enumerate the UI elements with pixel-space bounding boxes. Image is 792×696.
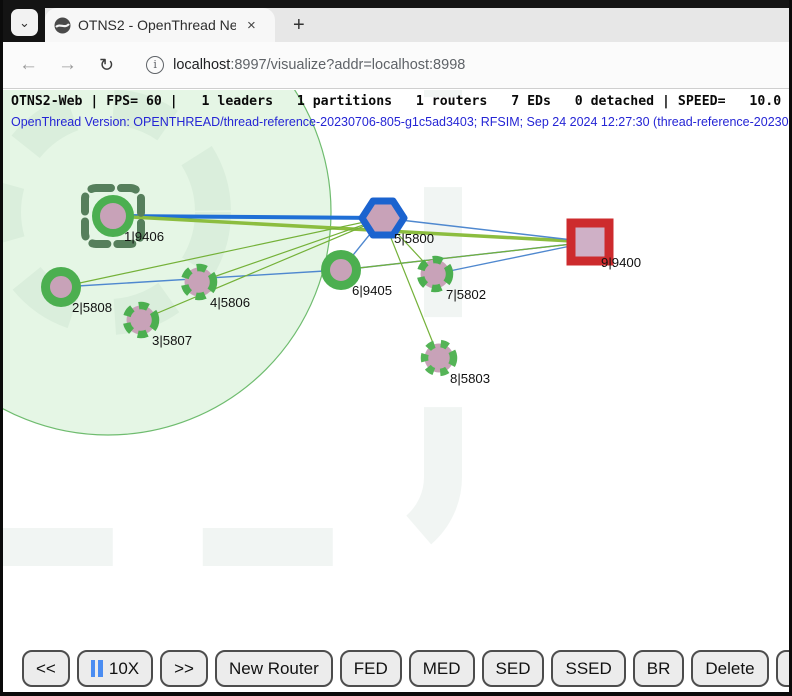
pause-icon [91, 660, 103, 677]
toolbar-button-label: New Router [229, 659, 319, 679]
toolbar-button-label: SED [496, 659, 531, 679]
toolbar-button-ssed[interactable]: SSED [551, 650, 625, 687]
toolbar-button--[interactable]: << [22, 650, 70, 687]
toolbar-button-radio-off[interactable]: Radio Off [776, 650, 789, 687]
node-6-9405-fed[interactable]: 6|9405 [326, 255, 393, 299]
url-path: :8997/visualize?addr=localhost:8998 [230, 57, 465, 73]
reload-icon[interactable]: ↻ [93, 55, 120, 76]
node-label: 6|9405 [352, 283, 392, 298]
globe-favicon [54, 17, 71, 34]
radio-range-circle [3, 90, 331, 435]
tab-title: OTNS2 - OpenThread Ne [78, 17, 236, 33]
node-label: 7|5802 [446, 287, 486, 302]
toolbar-button-label: 10X [109, 659, 139, 679]
toolbar-button-label: MED [423, 659, 461, 679]
url-bar: ← → ↻ i localhost:8997/visualize?addr=lo… [3, 42, 789, 89]
toolbar-button-label: BR [647, 659, 671, 679]
toolbar-button-label: >> [174, 659, 194, 679]
med-circle [421, 260, 450, 289]
toolbar-button--[interactable]: >> [160, 650, 208, 687]
toolbar-button-label: << [36, 659, 56, 679]
toolbar-button-delete[interactable]: Delete [691, 650, 768, 687]
forward-icon[interactable]: → [52, 54, 83, 76]
toolbar-button-br[interactable]: BR [633, 650, 685, 687]
site-info-icon[interactable]: i [146, 56, 164, 74]
node-label: 1|9406 [124, 229, 164, 244]
tab-close-icon[interactable]: × [243, 15, 260, 36]
node-5-5800-router[interactable]: 5|5800 [362, 201, 434, 246]
toolbar-button-med[interactable]: MED [409, 650, 475, 687]
window-top-strip [3, 0, 789, 8]
toolbar-button-fed[interactable]: FED [340, 650, 402, 687]
network-canvas[interactable]: 1|9406 2|5808 3|5807 4|5806 5|5800 6|9405 7|58… [3, 90, 789, 645]
address-field[interactable]: localhost:8997/visualize?addr=localhost:… [173, 57, 465, 73]
toolbar-button-label: SSED [565, 659, 611, 679]
med-circle [127, 306, 156, 335]
node-label: 2|5808 [72, 300, 112, 315]
node-label: 8|5803 [450, 371, 490, 386]
node-label: 9|9400 [601, 255, 641, 270]
node-label: 4|5806 [210, 295, 250, 310]
tab-list-chevron-button[interactable]: ⌄ [11, 9, 38, 36]
simulation-canvas: 1|9406 2|5808 3|5807 4|5806 5|5800 6|9405 7|58… [3, 90, 789, 645]
active-tab[interactable]: OTNS2 - OpenThread Ne × [45, 8, 275, 42]
tab-strip-dark-corner: ⌄ [3, 8, 45, 42]
browser-window: ⌄ OTNS2 - OpenThread Ne × + ← → ↻ i loca… [0, 0, 792, 696]
node-label: 3|5807 [152, 333, 192, 348]
url-host: localhost [173, 57, 230, 73]
status-bar: OTNS2-Web | FPS= 60 | 1 leaders 1 partit… [11, 94, 781, 109]
toolbar-button-label: FED [354, 659, 388, 679]
fed-circle [326, 255, 357, 286]
tab-strip: ⌄ OTNS2 - OpenThread Ne × + [3, 8, 789, 42]
toolbar-button-label: Delete [705, 659, 754, 679]
toolbar: << 10X >> New Router FED MED SED SSED BR Delete Ra… [3, 645, 789, 692]
openthread-version-text: OpenThread Version: OPENTHREAD/thread-re… [11, 115, 789, 129]
node-8-5803-sed[interactable]: 8|5803 [425, 344, 491, 387]
toolbar-button-new-router[interactable]: New Router [215, 650, 333, 687]
leader-ring [96, 199, 130, 233]
back-icon[interactable]: ← [13, 54, 44, 76]
new-tab-button[interactable]: + [285, 8, 313, 42]
node-label: 5|5800 [394, 231, 434, 246]
med-circle [185, 268, 214, 297]
node-9-9400-failed[interactable]: 9|9400 [571, 223, 641, 270]
fed-circle [46, 272, 77, 303]
toolbar-button-10x[interactable]: 10X [77, 650, 153, 687]
router-hexagon [362, 201, 404, 235]
sed-circle [425, 344, 454, 373]
toolbar-button-sed[interactable]: SED [482, 650, 545, 687]
link-6-9 [341, 242, 590, 270]
